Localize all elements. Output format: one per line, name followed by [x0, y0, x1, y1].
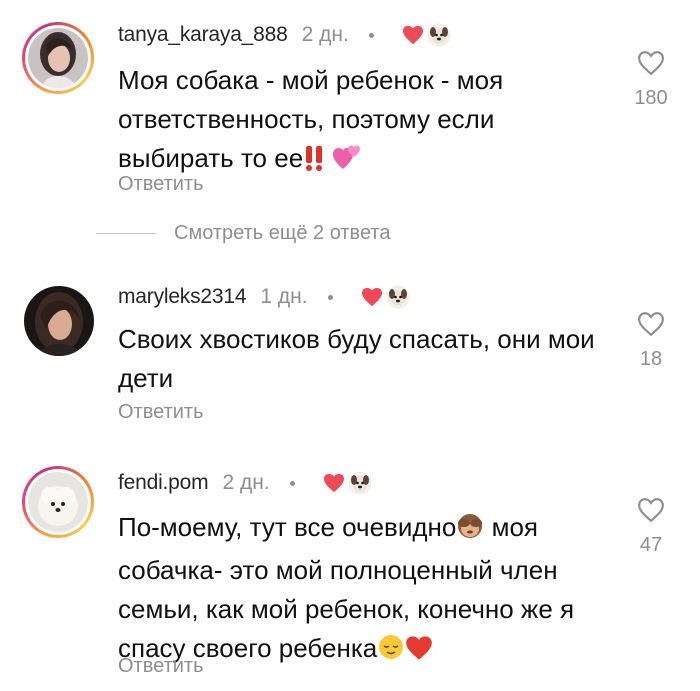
comment-meta: maryleks2314 1 дн. — [118, 283, 410, 311]
avatar[interactable] — [24, 286, 94, 356]
username[interactable]: tanya_karaya_888 — [118, 23, 288, 47]
comment-meta: fendi.pom 2 дн. — [118, 469, 372, 497]
red-heart-emoji — [405, 633, 433, 672]
heart-filled-icon — [361, 287, 382, 307]
heart-outline-icon[interactable] — [637, 50, 665, 76]
reply-button[interactable]: Ответить — [118, 401, 204, 424]
heart-outline-icon[interactable] — [637, 497, 665, 523]
reply-button[interactable]: Ответить — [118, 655, 204, 678]
like-control[interactable]: 180 — [625, 50, 677, 110]
dog-avatar-icon — [386, 285, 410, 309]
double-exclamation-emoji — [303, 143, 325, 182]
username[interactable]: maryleks2314 — [118, 285, 247, 309]
separator-dot — [327, 294, 333, 300]
creator-liked-badge — [323, 471, 372, 495]
separator-dot — [289, 480, 295, 486]
timestamp: 2 дн. — [222, 471, 270, 494]
view-replies-label: Смотреть ещё 2 ответа — [174, 222, 391, 244]
heart-outline-icon[interactable] — [637, 311, 665, 337]
reply-button[interactable]: Ответить — [118, 173, 204, 196]
dog-avatar-icon — [427, 23, 451, 47]
avatar[interactable] — [22, 22, 94, 94]
like-count: 180 — [634, 87, 668, 109]
heart-filled-icon — [323, 473, 344, 493]
comment-meta: tanya_karaya_888 2 дн. — [118, 21, 451, 49]
see-no-evil-monkey-emoji — [456, 512, 484, 551]
view-replies-button[interactable]: Смотреть ещё 2 ответа — [96, 222, 390, 245]
relieved-face-emoji — [377, 633, 405, 672]
two-hearts-emoji — [332, 143, 362, 182]
comment-text: Своих хвостиков буду спасать, они мои де… — [118, 320, 608, 398]
comment-body: По-моему, тут все очевидно — [118, 512, 457, 542]
avatar[interactable] — [22, 466, 94, 538]
divider-line — [96, 233, 156, 234]
avatar-photo — [24, 286, 94, 356]
timestamp: 1 дн. — [260, 285, 308, 308]
comment-text: Моя собака - мой ребенок - моя ответстве… — [118, 61, 558, 182]
like-count: 47 — [639, 534, 663, 556]
avatar-photo — [28, 28, 88, 88]
separator-dot — [368, 32, 374, 38]
like-count: 18 — [639, 348, 663, 370]
creator-liked-badge — [361, 285, 410, 309]
timestamp: 2 дн. — [301, 23, 349, 46]
comment-text: По-моему, тут все очевидно моя собачка- … — [118, 508, 598, 672]
creator-liked-badge — [402, 23, 451, 47]
avatar-photo — [28, 472, 88, 532]
like-control[interactable]: 18 — [625, 311, 677, 371]
heart-filled-icon — [402, 25, 423, 45]
dog-avatar-icon — [348, 471, 372, 495]
comment-body: Своих хвостиков буду спасать, они мои де… — [118, 324, 595, 393]
like-control[interactable]: 47 — [625, 497, 677, 557]
username[interactable]: fendi.pom — [118, 471, 209, 495]
